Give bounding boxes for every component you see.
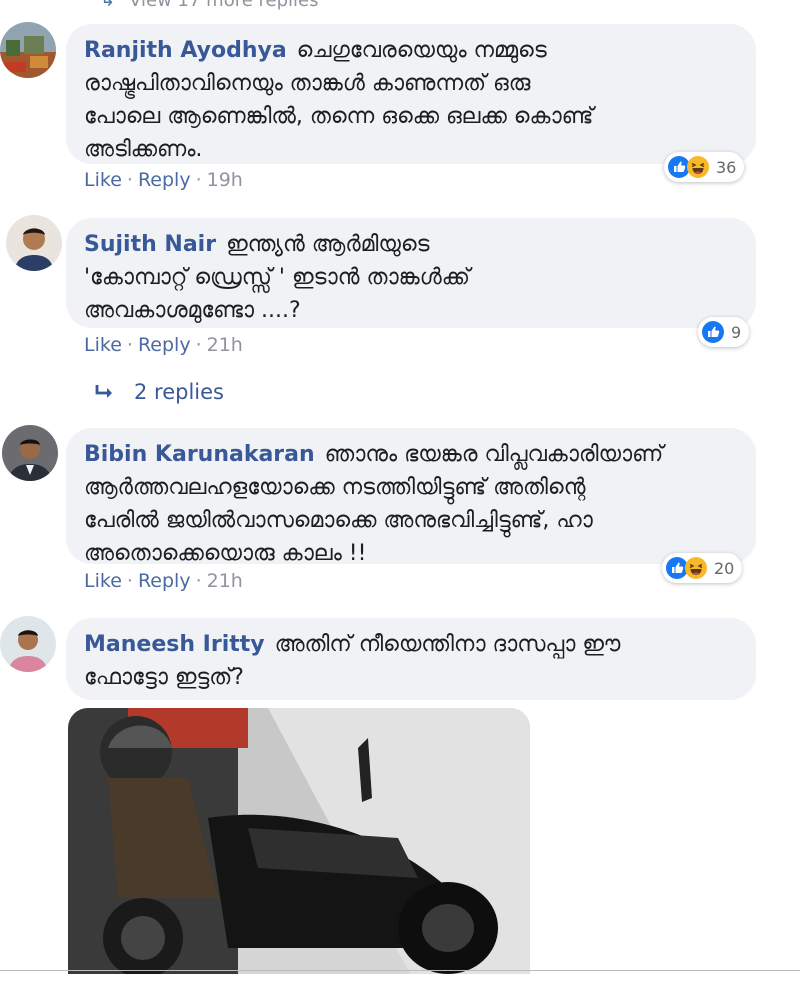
reply-link[interactable]: Reply bbox=[138, 169, 191, 191]
separator: · bbox=[195, 570, 202, 592]
avatar-photo bbox=[2, 425, 58, 481]
reply-link[interactable]: Reply bbox=[138, 570, 191, 592]
like-icon bbox=[702, 321, 724, 343]
comment-actions: Like · Reply · 19h bbox=[84, 169, 243, 191]
comment-text-line: പേരിൽ ജയിൽവാസമൊക്കെ അനുഭവിച്ചിട്ടുണ്ട്, … bbox=[84, 508, 593, 533]
separator: · bbox=[126, 570, 133, 592]
comment-timestamp[interactable]: 21h bbox=[207, 570, 243, 592]
avatar[interactable] bbox=[0, 22, 56, 78]
comment-text-line: ആർത്തവലഹളയോക്കെ നടത്തിയിട്ടുണ്ട് അതിന്റെ bbox=[84, 475, 586, 500]
comment-text-line: ഫോട്ടോ ഇട്ടത്? bbox=[84, 665, 244, 690]
like-link[interactable]: Like bbox=[84, 169, 122, 191]
comment-text-line: അതൊക്കെയൊരു കാലം !! bbox=[84, 541, 367, 566]
comment-text-line: രാഷ്ട്രപിതാവിനെയും താങ്കൾ കാണുന്നത് ഒരു bbox=[84, 71, 531, 96]
like-link[interactable]: Like bbox=[84, 570, 122, 592]
comment-text-line: അടിക്കണം. bbox=[84, 137, 203, 162]
reaction-count: 20 bbox=[714, 558, 735, 578]
like-link[interactable]: Like bbox=[84, 334, 122, 356]
comment-author[interactable]: Maneesh Iritty bbox=[84, 632, 265, 657]
divider bbox=[0, 970, 800, 971]
comment-text-line: ഇന്ത്യൻ ആർമിയുടെ bbox=[226, 232, 430, 257]
reaction-summary[interactable]: 36 bbox=[664, 152, 745, 182]
reply-link[interactable]: Reply bbox=[138, 334, 191, 356]
haha-icon bbox=[687, 156, 709, 178]
haha-icon bbox=[685, 557, 707, 579]
comment-actions: Like · Reply · 21h bbox=[84, 334, 243, 356]
comment-attached-photo[interactable] bbox=[68, 708, 530, 974]
comment-text-line: അവകാശമുണ്ടോ ....? bbox=[84, 298, 301, 323]
reaction-summary[interactable]: 20 bbox=[662, 553, 743, 583]
separator: · bbox=[195, 169, 202, 191]
replies-count-label: 2 replies bbox=[134, 380, 224, 404]
separator: · bbox=[126, 334, 133, 356]
motorcycle-photo bbox=[68, 708, 530, 974]
comment-text-line: അതിന് നീയെന്തിനാ ദാസപ്പാ ഈ bbox=[274, 632, 621, 657]
avatar-photo bbox=[6, 215, 62, 271]
comment-timestamp[interactable]: 21h bbox=[207, 334, 243, 356]
reaction-count: 36 bbox=[716, 157, 737, 177]
comment-bubble: Ranjith Ayodhya ചെഗുവേരയെയും നമ്മുടെ രാഷ്… bbox=[66, 24, 756, 164]
comment-text-line: ചെഗുവേരയെയും നമ്മുടെ bbox=[296, 38, 547, 63]
comment-text-line: ഞാനും ഭയങ്കര വിപ്ലവകാരിയാണ് bbox=[324, 442, 664, 467]
separator: · bbox=[126, 169, 133, 191]
reaction-summary[interactable]: 9 bbox=[698, 317, 750, 347]
reply-arrow-icon: ↳ bbox=[100, 0, 116, 11]
comment-author[interactable]: Sujith Nair bbox=[84, 232, 216, 257]
avatar[interactable] bbox=[6, 215, 62, 271]
comment-bubble: Sujith Nair ഇന്ത്യൻ ആർമിയുടെ 'കോമ്പാറ്റ് … bbox=[66, 218, 756, 328]
avatar-photo bbox=[0, 22, 56, 78]
comment-timestamp[interactable]: 19h bbox=[207, 169, 243, 191]
view-more-replies-label: View 17 more replies bbox=[129, 0, 319, 11]
comment-text-line: 'കോമ്പാറ്റ് ഡ്രെസ്സ് ' ഇടാൻ താങ്കൾക്ക് bbox=[84, 265, 470, 290]
comment-bubble: Maneesh Iritty അതിന് നീയെന്തിനാ ദാസപ്പാ ഈ… bbox=[66, 618, 756, 700]
comment-author[interactable]: Bibin Karunakaran bbox=[84, 442, 315, 467]
avatar[interactable] bbox=[0, 616, 56, 672]
comment-author[interactable]: Ranjith Ayodhya bbox=[84, 38, 287, 63]
comment-text-line: പോലെ ആണെങ്കിൽ, തന്നെ ഒക്കെ ഒലക്ക കൊണ്ട് bbox=[84, 104, 594, 129]
reply-arrow-icon bbox=[95, 385, 112, 398]
view-replies-link[interactable]: 2 replies bbox=[94, 380, 224, 404]
comment-bubble: Bibin Karunakaran ഞാനും ഭയങ്കര വിപ്ലവകാരി… bbox=[66, 428, 756, 566]
comment-actions: Like · Reply · 21h bbox=[84, 570, 243, 592]
view-more-replies-link[interactable]: ↳ View 17 more replies bbox=[100, 0, 318, 11]
avatar[interactable] bbox=[2, 425, 58, 481]
separator: · bbox=[195, 334, 202, 356]
reaction-count: 9 bbox=[731, 322, 742, 342]
avatar-photo bbox=[0, 616, 56, 672]
